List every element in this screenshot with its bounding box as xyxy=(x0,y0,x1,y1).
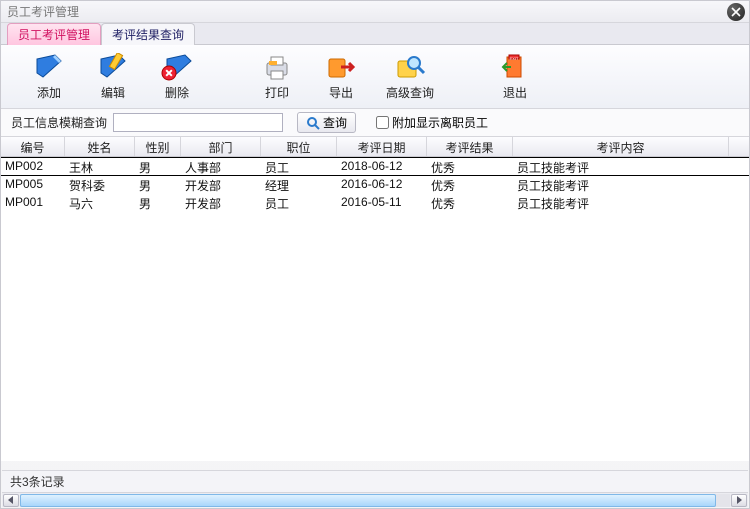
search-icon xyxy=(306,116,320,130)
cell-gender: 男 xyxy=(135,194,181,212)
cell-dept: 开发部 xyxy=(181,194,261,212)
table-header: 编号 姓名 性别 部门 职位 考评日期 考评结果 考评内容 xyxy=(1,137,749,157)
horizontal-scrollbar[interactable] xyxy=(2,492,748,507)
cell-gender: 男 xyxy=(135,158,181,175)
cell-id: MP001 xyxy=(1,194,65,212)
edit-icon xyxy=(96,52,130,82)
export-icon xyxy=(324,52,358,82)
export-button[interactable]: 导出 xyxy=(313,48,369,105)
show-left-employee-checkbox[interactable] xyxy=(376,116,389,129)
cell-content: 员工技能考评 xyxy=(513,158,729,175)
exit-button[interactable]: EXIT 退出 xyxy=(487,48,543,105)
advanced-query-icon xyxy=(393,52,427,82)
delete-icon xyxy=(160,52,194,82)
scroll-track[interactable] xyxy=(20,494,730,507)
scroll-right-button[interactable] xyxy=(731,494,747,507)
close-icon xyxy=(731,7,741,17)
cell-pos: 员工 xyxy=(261,194,337,212)
cell-result: 优秀 xyxy=(427,158,513,175)
cell-dept: 人事部 xyxy=(181,158,261,175)
query-button[interactable]: 查询 xyxy=(297,112,356,133)
scroll-thumb[interactable] xyxy=(20,494,716,507)
col-result[interactable]: 考评结果 xyxy=(427,137,513,156)
cell-date: 2016-05-11 xyxy=(337,194,427,212)
delete-label: 删除 xyxy=(165,84,189,101)
show-left-employee-label: 附加显示离职员工 xyxy=(392,114,488,131)
add-label: 添加 xyxy=(37,84,61,101)
cell-gender: 男 xyxy=(135,176,181,194)
app-window: 员工考评管理 员工考评管理 考评结果查询 添加 编辑 删除 xyxy=(0,0,750,509)
tab-strip: 员工考评管理 考评结果查询 xyxy=(1,23,749,45)
tab-employee-review-manage[interactable]: 员工考评管理 xyxy=(7,23,101,45)
cell-pos: 员工 xyxy=(261,158,337,175)
title-bar: 员工考评管理 xyxy=(1,1,749,23)
delete-button[interactable]: 删除 xyxy=(149,48,205,105)
svg-text:EXIT: EXIT xyxy=(510,56,519,61)
col-pos[interactable]: 职位 xyxy=(261,137,337,156)
table-row[interactable]: MP005贺科委男开发部经理2016-06-12优秀员工技能考评 xyxy=(1,176,749,194)
cell-result: 优秀 xyxy=(427,194,513,212)
cell-content: 员工技能考评 xyxy=(513,194,729,212)
chevron-left-icon xyxy=(7,496,15,504)
table-body: MP002王林男人事部员工2018-06-12优秀员工技能考评MP005贺科委男… xyxy=(1,157,749,461)
add-button[interactable]: 添加 xyxy=(21,48,77,105)
cell-pos: 经理 xyxy=(261,176,337,194)
exit-label: 退出 xyxy=(503,84,527,101)
col-id[interactable]: 编号 xyxy=(1,137,65,156)
col-name[interactable]: 姓名 xyxy=(65,137,135,156)
cell-content: 员工技能考评 xyxy=(513,176,729,194)
edit-label: 编辑 xyxy=(101,84,125,101)
query-button-label: 查询 xyxy=(323,114,347,131)
cell-id: MP005 xyxy=(1,176,65,194)
window-title: 员工考评管理 xyxy=(7,3,79,20)
cell-result: 优秀 xyxy=(427,176,513,194)
advanced-query-label: 高级查询 xyxy=(386,84,434,101)
chevron-right-icon xyxy=(735,496,743,504)
col-content[interactable]: 考评内容 xyxy=(513,137,729,156)
col-gender[interactable]: 性别 xyxy=(135,137,181,156)
table-row[interactable]: MP002王林男人事部员工2018-06-12优秀员工技能考评 xyxy=(1,157,749,176)
search-input[interactable] xyxy=(113,113,283,132)
cell-date: 2016-06-12 xyxy=(337,176,427,194)
search-row: 员工信息模糊查询 查询 附加显示离职员工 xyxy=(1,109,749,137)
cell-id: MP002 xyxy=(1,158,65,175)
print-label: 打印 xyxy=(265,84,289,101)
tab-review-result-query[interactable]: 考评结果查询 xyxy=(101,23,195,45)
col-dept[interactable]: 部门 xyxy=(181,137,261,156)
cell-name: 贺科委 xyxy=(65,176,135,194)
close-button[interactable] xyxy=(727,3,745,21)
col-date[interactable]: 考评日期 xyxy=(337,137,427,156)
record-count: 共3条记录 xyxy=(10,473,65,490)
status-bar: 共3条记录 xyxy=(2,470,748,492)
advanced-query-button[interactable]: 高级查询 xyxy=(377,48,443,105)
cell-date: 2018-06-12 xyxy=(337,158,427,175)
exit-icon: EXIT xyxy=(498,52,532,82)
print-icon xyxy=(260,52,294,82)
toolbar: 添加 编辑 删除 打印 导出 xyxy=(1,45,749,109)
cell-name: 王林 xyxy=(65,158,135,175)
edit-button[interactable]: 编辑 xyxy=(85,48,141,105)
export-label: 导出 xyxy=(329,84,353,101)
cell-dept: 开发部 xyxy=(181,176,261,194)
cell-name: 马六 xyxy=(65,194,135,212)
scroll-left-button[interactable] xyxy=(3,494,19,507)
search-label: 员工信息模糊查询 xyxy=(11,114,107,131)
add-icon xyxy=(32,52,66,82)
print-button[interactable]: 打印 xyxy=(249,48,305,105)
table-row[interactable]: MP001马六男开发部员工2016-05-11优秀员工技能考评 xyxy=(1,194,749,212)
